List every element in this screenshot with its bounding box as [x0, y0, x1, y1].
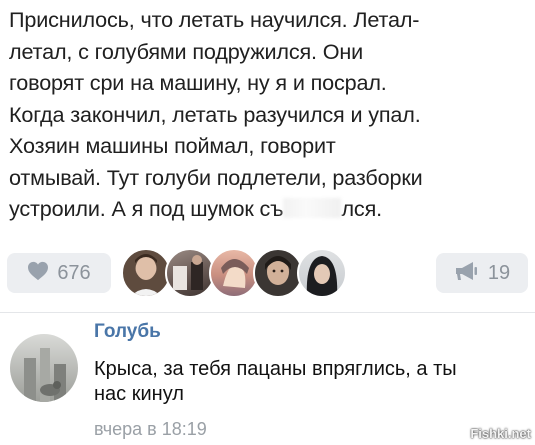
post-text-fragment: лся. — [341, 196, 382, 221]
comment-author-avatar[interactable] — [10, 334, 78, 402]
post-text-line: летал, с голубями подружился. Они — [9, 38, 364, 64]
avatar[interactable] — [253, 248, 303, 298]
avatar[interactable] — [209, 248, 259, 298]
post-text: Приснилось, что летать научился. Летал- … — [9, 4, 529, 225]
post-text-line: Хозяин машины поймал, говорит — [9, 133, 336, 158]
post-text-line: Когда закончил, летать разучился и упал. — [9, 101, 421, 127]
comment-text-line: нас кинул — [94, 383, 184, 405]
like-button[interactable]: 676 — [7, 253, 111, 293]
comment: Голубь Крыса, за тебя пацаны впряглись, … — [0, 313, 535, 445]
post-text-line-last: устроили. А я под шумок съ лся. — [9, 193, 529, 225]
post-text-line: говорят сри на машину, ну я и посрал. — [9, 70, 387, 95]
heart-icon — [27, 261, 49, 286]
share-count: 19 — [487, 261, 511, 284]
avatar[interactable] — [297, 248, 347, 298]
post-text-line: отмывай. Тут голуби подлетели, разборки — [9, 164, 423, 190]
avatar[interactable] — [165, 248, 215, 298]
post-action-bar: 676 19 — [0, 246, 535, 300]
comment-timestamp[interactable]: вчера в 18:19 — [94, 419, 207, 440]
watermark: Fishki.net — [470, 426, 531, 441]
comment-text-line: Крыса, за тебя пацаны впряглись, а ты — [94, 358, 457, 380]
censored-word — [283, 198, 342, 218]
megaphone-icon — [454, 261, 478, 286]
liker-avatars[interactable] — [121, 246, 347, 300]
avatar[interactable] — [121, 248, 171, 298]
comment-author-name[interactable]: Голубь — [94, 321, 161, 343]
comment-text: Крыса, за тебя пацаны впряглись, а ты на… — [94, 357, 524, 407]
post-text-fragment: устроили. А я под шумок съ — [9, 196, 284, 221]
share-button[interactable]: 19 — [436, 253, 528, 293]
post-text-line: Приснилось, что летать научился. Летал- — [9, 7, 420, 32]
like-count: 676 — [57, 261, 91, 284]
